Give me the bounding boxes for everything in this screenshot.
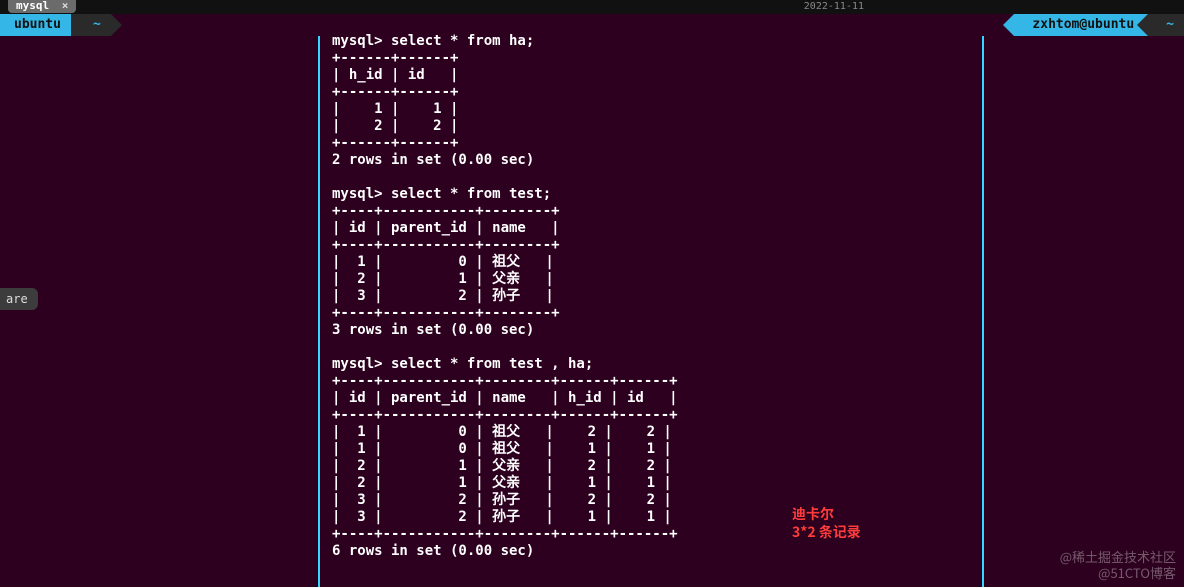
- clock-area: 2022-11-11: [804, 0, 864, 14]
- annotation-cartesian: 迪卡尔 3*2 条记录: [792, 505, 861, 541]
- annotation-line-2: 3*2 条记录: [792, 523, 861, 541]
- mysql-terminal-output[interactable]: mysql> select * from ha; +------+------+…: [320, 14, 982, 587]
- date-text: 2022-11-11: [804, 1, 864, 12]
- watermark-line-2: @51CTO博客: [1060, 565, 1176, 581]
- terminal-text: mysql> select * from ha; +------+------+…: [332, 33, 678, 559]
- hostname-segment: ubuntu: [0, 14, 71, 36]
- share-badge-label: are: [6, 292, 28, 306]
- left-pane-status: ubuntu ~: [0, 14, 111, 36]
- system-top-bar: [0, 0, 1184, 14]
- close-icon[interactable]: ×: [62, 0, 69, 12]
- path-segment: ~: [71, 14, 111, 36]
- terminal-tab-mysql[interactable]: mysql ×: [8, 0, 76, 13]
- share-badge[interactable]: are: [0, 288, 38, 310]
- annotation-line-1: 迪卡尔: [792, 505, 861, 523]
- user-host-segment: zxhtom@ubuntu: [1014, 14, 1148, 36]
- right-pane-status: zxhtom@ubuntu ~: [1014, 14, 1184, 36]
- left-terminal-pane[interactable]: [0, 36, 320, 587]
- terminal-tab-label: mysql: [16, 0, 49, 12]
- path-segment-right: ~: [1148, 14, 1184, 36]
- right-terminal-pane[interactable]: [982, 36, 1184, 587]
- watermark: @稀土掘金技术社区 @51CTO博客: [1060, 549, 1176, 581]
